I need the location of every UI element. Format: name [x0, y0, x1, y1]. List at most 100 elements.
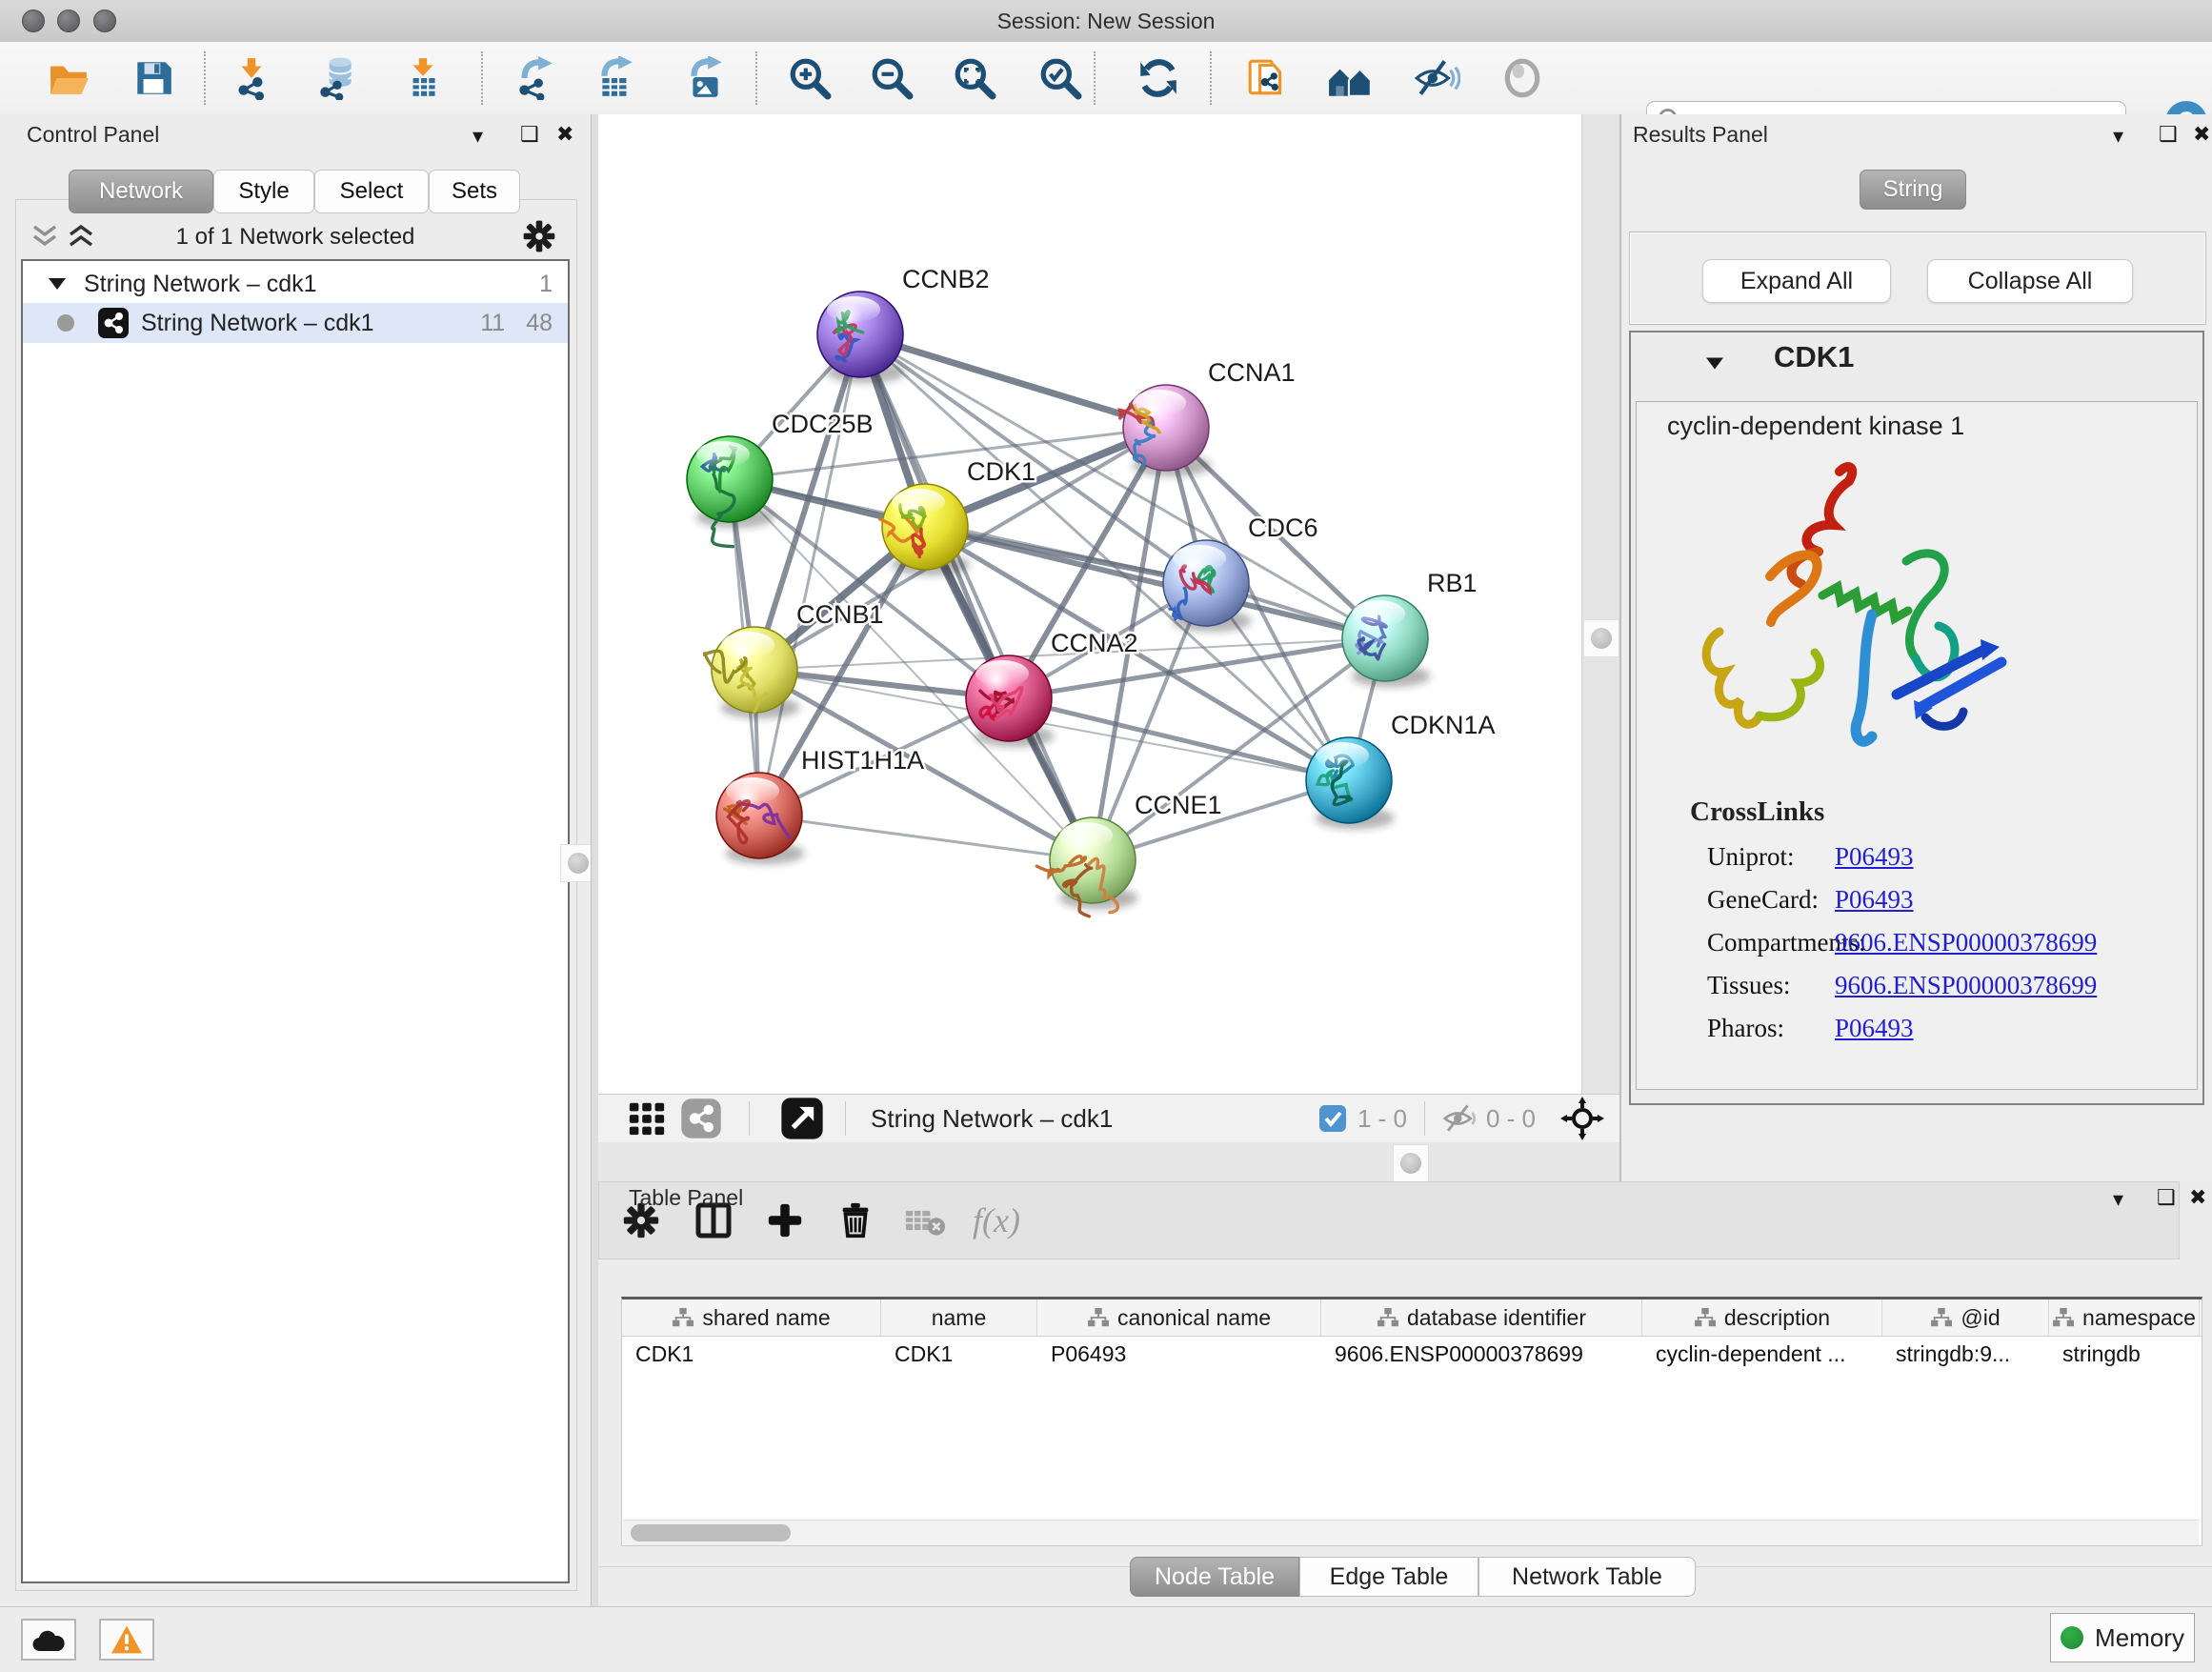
hide-results-button[interactable]: [1411, 50, 1462, 107]
node-RB1[interactable]: RB1: [1342, 569, 1478, 687]
refresh-button[interactable]: [1133, 50, 1184, 107]
panel-float-icon[interactable]: ❑: [2157, 1187, 2176, 1208]
cloud-status-button[interactable]: [21, 1619, 76, 1661]
crosslink-link[interactable]: P06493: [1835, 842, 1914, 885]
table-row[interactable]: CDK1CDK1P064939606.ENSP00000378699cyclin…: [622, 1337, 2202, 1372]
tab-edge-table[interactable]: Edge Table: [1299, 1557, 1478, 1597]
fit-content-crosshair-icon[interactable]: [1560, 1097, 1604, 1140]
column-header-name[interactable]: name: [881, 1299, 1037, 1336]
tab-sets[interactable]: Sets: [429, 170, 520, 213]
delete-column-trash-icon[interactable]: [835, 1200, 875, 1240]
selected-checkbox-icon[interactable]: [1317, 1103, 1348, 1134]
memory-status-dot: [2061, 1626, 2083, 1649]
crosslink-row: Compartments: 9606.ENSP00000378699: [1707, 928, 2183, 971]
node-CCNA2[interactable]: CCNA2: [966, 629, 1138, 747]
table-cell[interactable]: 9606.ENSP00000378699: [1321, 1337, 1642, 1372]
column-header-database-identifier[interactable]: database identifier: [1321, 1299, 1642, 1336]
zoom-fit-button[interactable]: [949, 50, 1000, 107]
node-CCNA1[interactable]: CCNA1: [1120, 358, 1296, 476]
network-canvas[interactable]: CCNB2CCNA1CDC25BCDK1CDC6RB1CCNB1CCNA2CDK…: [598, 114, 1581, 1094]
crosslink-label: Uniprot:: [1707, 842, 1835, 885]
node-CDKN1A[interactable]: CDKN1A: [1306, 711, 1496, 829]
tab-node-table[interactable]: Node Table: [1130, 1557, 1299, 1597]
table-horizontal-scrollbar[interactable]: [623, 1520, 2199, 1545]
share-document-button[interactable]: [1242, 50, 1294, 107]
table-cell[interactable]: CDK1: [622, 1337, 881, 1372]
panel-close-icon[interactable]: ✖: [556, 124, 573, 145]
table-cell[interactable]: P06493: [1037, 1337, 1321, 1372]
string-panel-toggle-icon[interactable]: [680, 1098, 722, 1139]
cloud-icon: [30, 1626, 67, 1653]
edge-CCNB2-CCNE1[interactable]: [860, 334, 1093, 860]
open-external-icon[interactable]: [780, 1097, 824, 1140]
panel-close-icon[interactable]: ✖: [2193, 124, 2210, 145]
tab-network-table[interactable]: Network Table: [1478, 1557, 1696, 1597]
tree-expand-icon[interactable]: [48, 276, 67, 292]
zoom-in-button[interactable]: [784, 50, 835, 107]
table-cell[interactable]: stringdb:9...: [1882, 1337, 2049, 1372]
export-table-button[interactable]: [591, 50, 642, 107]
network-collection-row[interactable]: String Network – cdk1 1: [23, 265, 568, 303]
import-network-button[interactable]: [226, 50, 277, 107]
import-database-button[interactable]: [312, 50, 363, 107]
panel-menu-icon[interactable]: ▾: [2113, 1189, 2123, 1210]
crosslink-link[interactable]: P06493: [1835, 885, 1914, 928]
import-table-button[interactable]: [397, 50, 449, 107]
panel-menu-icon[interactable]: ▾: [473, 126, 483, 147]
column-header-namespace[interactable]: namespace: [2049, 1299, 2200, 1336]
zoom-selected-button[interactable]: [1035, 50, 1086, 107]
crosslink-link[interactable]: 9606.ENSP00000378699: [1835, 971, 2097, 1014]
open-session-button[interactable]: [43, 50, 94, 107]
crosslink-link[interactable]: 9606.ENSP00000378699: [1835, 928, 2097, 971]
panel-menu-icon[interactable]: ▾: [2113, 126, 2123, 147]
edge-HIST1H1A-CCNE1[interactable]: [759, 816, 1093, 860]
crosslink-label: Pharos:: [1707, 1014, 1835, 1057]
edge-CDK1-RB1[interactable]: [925, 527, 1385, 638]
warning-status-button[interactable]: [99, 1619, 154, 1661]
network-options-gear-icon[interactable]: [522, 219, 556, 253]
tab-network[interactable]: Network: [69, 170, 213, 213]
eye-slash-icon: [1413, 56, 1460, 100]
column-header-shared-name[interactable]: shared name: [622, 1299, 881, 1336]
network-row-selected[interactable]: String Network – cdk1 11 48: [23, 303, 568, 343]
table-cell[interactable]: cyclin-dependent ...: [1642, 1337, 1882, 1372]
column-header--id[interactable]: @id: [1882, 1299, 2049, 1336]
add-column-icon[interactable]: [765, 1200, 805, 1240]
tab-select[interactable]: Select: [314, 170, 429, 213]
bottom-splitter-handle[interactable]: [1393, 1144, 1429, 1182]
panel-close-icon[interactable]: ✖: [2189, 1187, 2206, 1208]
node-HIST1H1A[interactable]: HIST1H1A: [716, 746, 924, 864]
export-image-button[interactable]: [680, 50, 732, 107]
edge-CCNB2-HIST1H1A[interactable]: [759, 334, 860, 816]
node-label-CDK1: CDK1: [967, 457, 1036, 486]
show-panel-button[interactable]: [1497, 50, 1548, 107]
crosslink-row: GeneCard: P06493: [1707, 885, 2183, 928]
node-CCNB1[interactable]: CCNB1: [705, 600, 884, 718]
expand-all-icon[interactable]: [67, 223, 95, 250]
expand-all-button[interactable]: Expand All: [1702, 259, 1891, 303]
collapse-all-icon[interactable]: [30, 223, 59, 250]
network-results-splitter[interactable]: [1581, 114, 1620, 1094]
node-CDC25B[interactable]: CDC25B: [687, 410, 874, 547]
save-session-button[interactable]: [128, 50, 179, 107]
string-home-button[interactable]: [1325, 50, 1377, 107]
birds-eye-grid-icon[interactable]: [627, 1098, 667, 1138]
table-cell[interactable]: stringdb: [2049, 1337, 2200, 1372]
scrollbar-thumb[interactable]: [631, 1524, 791, 1541]
tab-style[interactable]: Style: [213, 170, 314, 213]
table-cell[interactable]: CDK1: [881, 1337, 1037, 1372]
panel-float-icon[interactable]: ❑: [520, 124, 539, 145]
column-header-description[interactable]: description: [1642, 1299, 1882, 1336]
zoom-out-button[interactable]: [866, 50, 917, 107]
tab-string[interactable]: String: [1860, 170, 1966, 210]
collapse-all-button[interactable]: Collapse All: [1927, 259, 2133, 303]
crosslink-row: Uniprot: P06493: [1707, 842, 2183, 885]
export-network-button[interactable]: [509, 50, 560, 107]
node-label-RB1: RB1: [1427, 569, 1478, 597]
collapse-result-icon[interactable]: [1705, 355, 1724, 372]
right-splitter-handle[interactable]: [1583, 619, 1619, 657]
panel-float-icon[interactable]: ❑: [2159, 124, 2178, 145]
column-header-canonical-name[interactable]: canonical name: [1037, 1299, 1321, 1336]
memory-button[interactable]: Memory: [2050, 1613, 2195, 1662]
crosslink-link[interactable]: P06493: [1835, 1014, 1914, 1057]
